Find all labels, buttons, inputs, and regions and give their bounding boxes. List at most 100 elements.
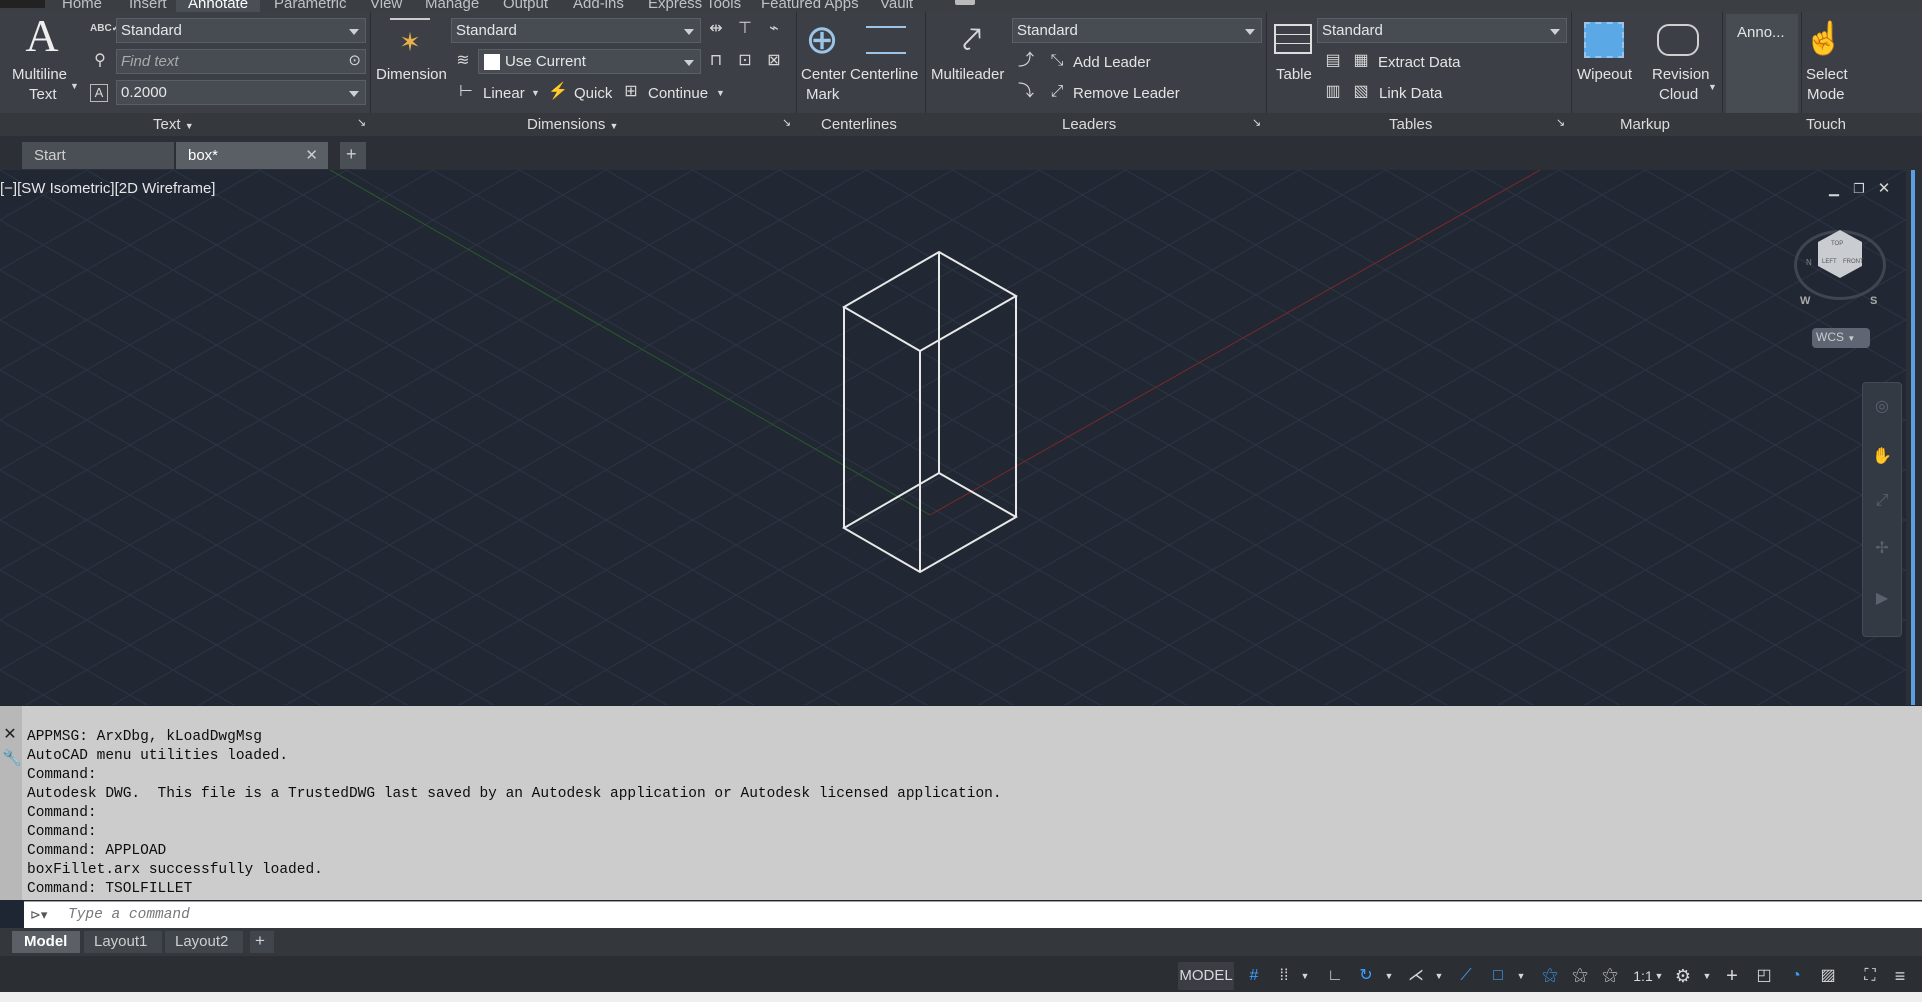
- center-mark-label-2[interactable]: Mark: [806, 86, 839, 104]
- continue-icon[interactable]: ⊞: [621, 83, 641, 101]
- chevron-down-icon[interactable]: ▼: [1652, 962, 1666, 990]
- orbit-icon[interactable]: ✢: [1872, 540, 1892, 558]
- link-data-icon[interactable]: ▧: [1350, 83, 1372, 101]
- multileader-icon[interactable]: ⤤: [950, 20, 994, 60]
- tab-add-ins[interactable]: Add-ins: [573, 0, 624, 12]
- pan-icon[interactable]: ✋: [1872, 448, 1892, 466]
- clean-screen-icon[interactable]: ▨: [1814, 962, 1842, 990]
- app-button[interactable]: [0, 0, 45, 8]
- text-panel-title[interactable]: Text ▼: [153, 116, 194, 133]
- quick-label[interactable]: Quick: [574, 85, 612, 103]
- center-mark-label[interactable]: Center: [801, 66, 846, 84]
- chevron-down-icon[interactable]: ▼: [1514, 962, 1528, 990]
- dialog-launcher-icon[interactable]: ↘: [1556, 116, 1565, 129]
- tab-annotate[interactable]: Annotate: [176, 0, 261, 12]
- add-leader-icon[interactable]: ⤡: [1046, 52, 1068, 70]
- auto-scale-icon[interactable]: ⚝: [1566, 962, 1594, 990]
- tab-insert[interactable]: Insert: [129, 0, 167, 12]
- wrench-icon[interactable]: 🔧: [2, 750, 22, 768]
- tab-start[interactable]: Start: [22, 142, 174, 169]
- leader-tool-icon-1[interactable]: ⤴: [1016, 52, 1036, 70]
- dim-layer-dropdown[interactable]: Use Current: [478, 49, 701, 74]
- add-layout-button[interactable]: +: [250, 931, 274, 953]
- annotation-visibility-icon[interactable]: ⚝: [1536, 962, 1564, 990]
- close-icon[interactable]: ✕: [305, 146, 318, 164]
- ortho-icon[interactable]: ∟: [1322, 962, 1348, 990]
- link-data-label[interactable]: Link Data: [1379, 85, 1442, 103]
- anno-label[interactable]: Anno...: [1737, 24, 1785, 42]
- leader-style-dropdown[interactable]: Standard: [1012, 18, 1262, 43]
- multiline-text-icon[interactable]: A: [22, 13, 62, 59]
- remove-leader-label[interactable]: Remove Leader: [1073, 85, 1180, 103]
- revision-cloud-icon[interactable]: [1657, 24, 1699, 56]
- chevron-down-icon[interactable]: ▼: [1432, 962, 1446, 990]
- tab-layout2[interactable]: Layout2: [165, 931, 243, 953]
- object-snap-icon[interactable]: □: [1484, 962, 1512, 990]
- chevron-down-icon[interactable]: ▼: [1298, 962, 1312, 990]
- dialog-launcher-icon[interactable]: ↘: [357, 116, 366, 129]
- dialog-launcher-icon[interactable]: ↘: [782, 116, 791, 129]
- viewport-label[interactable]: [−][SW Isometric][2D Wireframe]: [0, 180, 215, 197]
- table-label[interactable]: Table: [1276, 66, 1312, 84]
- multiline-text-label[interactable]: Multiline: [12, 66, 67, 84]
- isodraft-icon[interactable]: ⋌: [1402, 962, 1430, 990]
- dim-tool-icon-4[interactable]: ⊓: [706, 52, 726, 70]
- multiline-text-label-2[interactable]: Text: [29, 86, 57, 104]
- tab-parametric[interactable]: Parametric: [274, 0, 347, 12]
- zoom-icon[interactable]: ⤢: [1872, 492, 1892, 510]
- showmotion-icon[interactable]: ▶: [1872, 590, 1892, 608]
- dim-tool-icon-5[interactable]: ⊡: [735, 52, 755, 70]
- workspace-icon[interactable]: [955, 0, 975, 5]
- grid-icon[interactable]: #: [1240, 962, 1268, 990]
- text-style-icon[interactable]: ⚲: [92, 52, 108, 70]
- remove-leader-icon[interactable]: ⤢: [1046, 83, 1068, 101]
- leader-tool-icon-2[interactable]: ⤵: [1016, 83, 1036, 101]
- dim-tool-icon-6[interactable]: ⊠: [764, 52, 784, 70]
- linear-icon[interactable]: ⊢: [457, 83, 475, 101]
- minimize-icon[interactable]: ▁: [1826, 180, 1842, 198]
- select-mode-label[interactable]: Select: [1806, 66, 1848, 84]
- dimensions-panel-title[interactable]: Dimensions ▼: [527, 116, 618, 133]
- tab-box[interactable]: box* ✕: [176, 142, 328, 169]
- tab-view[interactable]: View: [370, 0, 402, 12]
- text-style-dropdown[interactable]: Standard: [116, 18, 366, 43]
- hand-pointer-icon[interactable]: ☝: [1804, 18, 1844, 58]
- polar-icon[interactable]: ↻: [1352, 962, 1380, 990]
- menu-icon[interactable]: ≡: [1886, 962, 1914, 990]
- hardware-acceleration-icon[interactable]: ◔: [1782, 962, 1810, 990]
- table-tool-icon-2[interactable]: ▥: [1322, 83, 1344, 101]
- text-height-dropdown[interactable]: 0.2000: [116, 80, 366, 105]
- viewport-scrollbar[interactable]: [1906, 170, 1922, 705]
- prompt-icon[interactable]: ⊳▾: [30, 907, 47, 923]
- quick-dim-icon[interactable]: ⚡: [548, 83, 568, 101]
- annotation-scale-icon[interactable]: ⚝: [1596, 962, 1624, 990]
- wipeout-label[interactable]: Wipeout: [1577, 66, 1632, 84]
- chevron-down-icon[interactable]: ▼: [70, 77, 79, 95]
- multileader-label[interactable]: Multileader: [931, 66, 1004, 84]
- drawing-viewport[interactable]: [−][SW Isometric][2D Wireframe] ▁ ❐ ✕ TO…: [0, 170, 1906, 705]
- search-icon[interactable]: ⊙: [348, 52, 361, 70]
- linear-label[interactable]: Linear: [483, 85, 525, 103]
- spell-check-icon[interactable]: ABC✓: [90, 20, 120, 38]
- table-tool-icon-1[interactable]: ▤: [1322, 52, 1344, 70]
- dim-tool-icon-2[interactable]: ⊤: [735, 20, 755, 38]
- model-space-button[interactable]: MODEL: [1178, 962, 1234, 990]
- table-icon[interactable]: [1274, 24, 1312, 54]
- wipeout-icon[interactable]: [1584, 22, 1624, 58]
- chevron-down-icon[interactable]: ▼: [716, 84, 725, 102]
- plus-icon[interactable]: +: [1718, 962, 1746, 990]
- dialog-launcher-icon[interactable]: ↘: [1252, 116, 1261, 129]
- revision-cloud-label[interactable]: Revision: [1652, 66, 1710, 84]
- close-icon[interactable]: ✕: [2, 726, 18, 744]
- revision-cloud-label-2[interactable]: Cloud: [1659, 86, 1698, 104]
- restore-icon[interactable]: ❐: [1851, 180, 1867, 198]
- tab-home[interactable]: Home: [62, 0, 102, 12]
- continue-label[interactable]: Continue: [648, 85, 708, 103]
- extract-data-label[interactable]: Extract Data: [1378, 54, 1461, 72]
- chevron-down-icon[interactable]: ▼: [1382, 962, 1396, 990]
- tab-manage[interactable]: Manage: [425, 0, 479, 12]
- centerline-label[interactable]: Centerline: [850, 66, 918, 84]
- dim-tool-icon-3[interactable]: ⌁: [764, 20, 784, 38]
- command-input[interactable]: ⊳▾ Type a command: [24, 901, 1922, 928]
- tab-model[interactable]: Model: [12, 931, 80, 953]
